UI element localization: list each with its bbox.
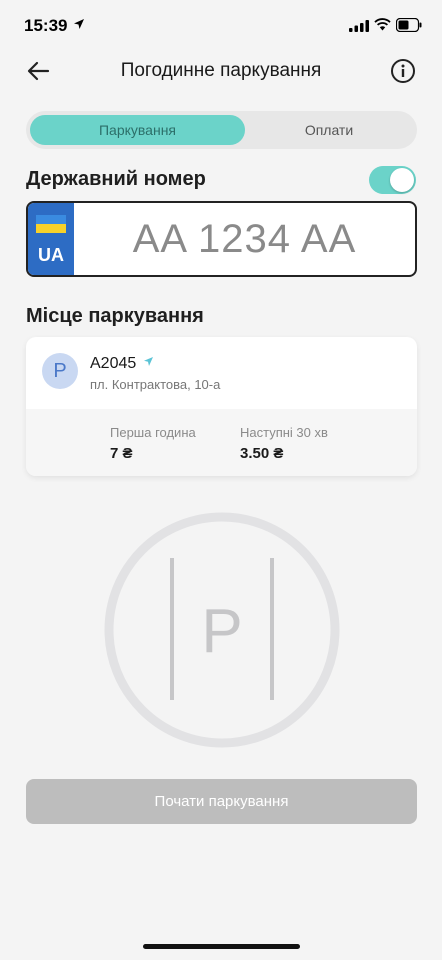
location-arrow-icon [74, 19, 84, 29]
next-30-value: 3.50 ₴ [240, 445, 284, 462]
first-hour-label: Перша година [110, 425, 196, 440]
plate-country-code: UA [38, 245, 64, 265]
place-code: A2045 [90, 355, 137, 372]
battery-icon [396, 18, 422, 32]
home-indicator [143, 944, 300, 949]
start-parking-button[interactable]: Почати паркування [26, 779, 417, 824]
info-icon [391, 59, 415, 83]
place-address: пл. Контрактова, 10-а [90, 377, 221, 392]
place-section-title: Місце паркування [26, 305, 204, 327]
parking-sign-icon: P [104, 512, 340, 748]
plate-number: AA 1234 AA [132, 217, 357, 261]
parking-place-selector[interactable]: P A2045 пл. Контрактова, 10-а [26, 337, 417, 409]
ukraine-flag-icon-yellow [36, 224, 66, 233]
navigation-arrow-icon [144, 357, 153, 366]
page-title: Погодинне паркування [120, 60, 322, 81]
plate-country-strip: UA [28, 203, 74, 275]
parking-place-card: P A2045 пл. Контрактова, 10-а Перша годи… [26, 337, 417, 476]
status-time: 15:39 [24, 16, 68, 35]
info-button[interactable] [390, 58, 416, 84]
ukraine-flag-icon [36, 215, 66, 224]
plate-toggle[interactable] [369, 166, 416, 194]
toggle-knob [390, 168, 414, 192]
parking-avatar: P [42, 353, 78, 389]
tab-payments[interactable]: Оплати [245, 115, 413, 145]
tariff-info: Перша година 7 ₴ Наступні 30 хв 3.50 ₴ [26, 409, 417, 476]
next-30-label: Наступні 30 хв [240, 425, 328, 440]
sign-letter: P [201, 597, 242, 666]
first-hour-value: 7 ₴ [110, 445, 133, 462]
header: Погодинне паркування [0, 52, 442, 90]
plate-section-title: Державний номер [26, 168, 206, 190]
status-bar: 15:39 [0, 0, 442, 52]
wifi-icon [374, 18, 391, 31]
segmented-tabs: Паркування Оплати [26, 111, 417, 149]
tab-parking[interactable]: Паркування [30, 115, 245, 145]
license-plate[interactable]: UA AA 1234 AA [26, 201, 417, 277]
cellular-signal-icon [349, 20, 369, 32]
